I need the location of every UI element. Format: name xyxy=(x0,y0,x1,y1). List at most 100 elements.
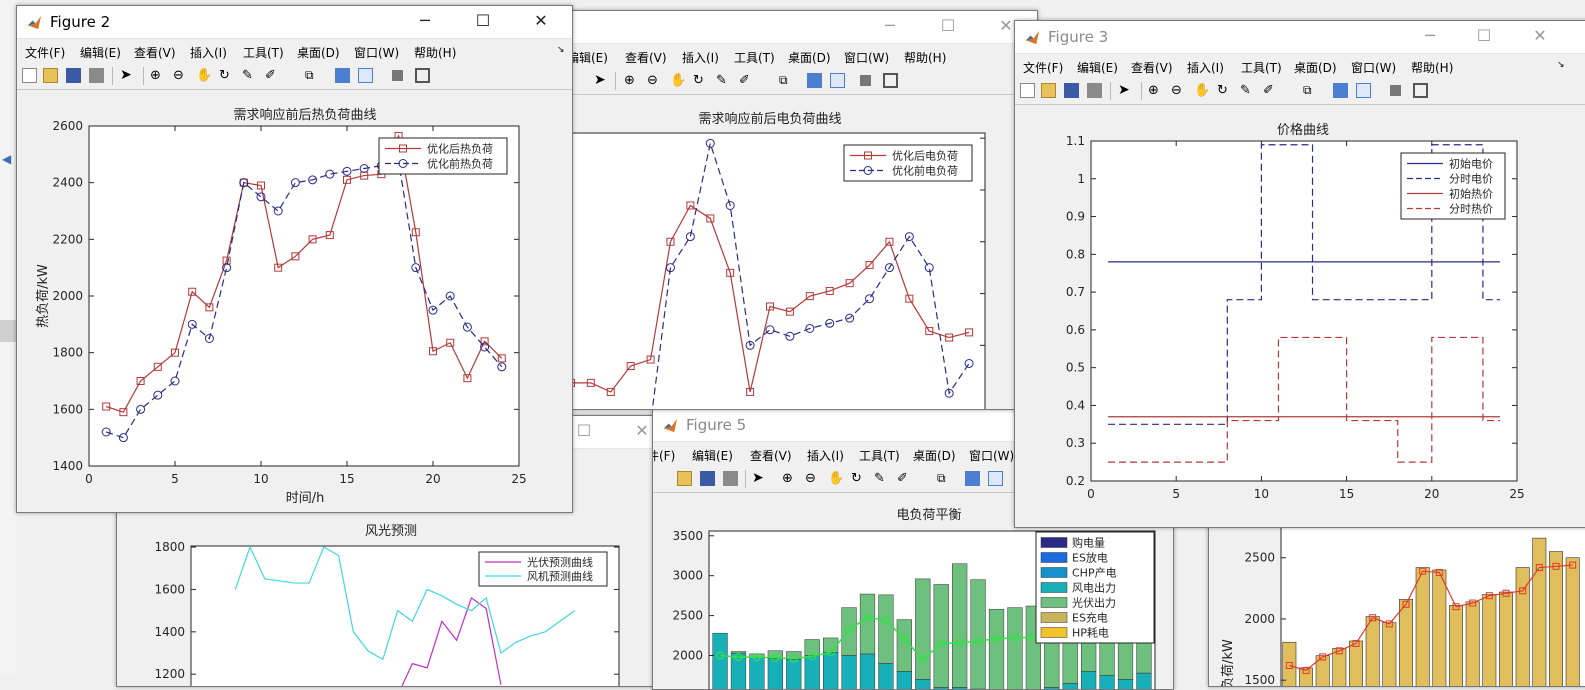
figure2-maximize-button[interactable]: ☐ xyxy=(460,6,506,38)
pan-icon[interactable]: ✋ xyxy=(196,68,212,83)
menu-window[interactable]: 窗口(W) xyxy=(354,44,399,61)
link-icon[interactable]: ⧉ xyxy=(779,73,794,88)
menu-help[interactable]: 帮助(H) xyxy=(414,44,456,61)
colorbar-icon[interactable] xyxy=(965,471,980,486)
figure2-minimize-button[interactable]: ─ xyxy=(402,6,448,38)
pointer-icon[interactable]: ➤ xyxy=(594,73,609,88)
hide-tools-icon[interactable] xyxy=(860,75,871,86)
brush-icon[interactable]: ✐ xyxy=(897,471,912,486)
menu-desktop[interactable]: 桌面(D) xyxy=(788,49,831,66)
background-app-arrow-icon[interactable]: ◀ xyxy=(2,152,11,166)
menu-window[interactable]: 窗口(W) xyxy=(844,49,889,66)
figure3-close-button[interactable]: ✕ xyxy=(1517,21,1563,53)
legend-icon[interactable] xyxy=(1356,83,1371,98)
menu-tools[interactable]: 工具(T) xyxy=(859,447,900,464)
menu-view[interactable]: 查看(V) xyxy=(134,44,176,61)
dock-icon[interactable] xyxy=(1413,83,1428,98)
menu-desktop[interactable]: 桌面(D) xyxy=(1294,59,1337,76)
menu-window[interactable]: 窗口(W) xyxy=(969,447,1014,464)
data-cursor-icon[interactable]: ✎ xyxy=(874,471,889,486)
dock-icon[interactable] xyxy=(415,68,430,83)
print-icon[interactable] xyxy=(89,68,104,83)
menu-file[interactable]: 文件(F) xyxy=(1023,59,1063,76)
menu-insert[interactable]: 插入(I) xyxy=(682,49,719,66)
data-cursor-icon[interactable]: ✎ xyxy=(242,68,257,83)
rotate-icon[interactable]: ↻ xyxy=(1217,83,1232,98)
figure2-close-button[interactable]: ✕ xyxy=(518,6,564,38)
menu-edit[interactable]: 编辑(E) xyxy=(1077,59,1118,76)
legend-icon[interactable] xyxy=(988,471,1003,486)
open-icon[interactable] xyxy=(1041,83,1056,98)
menu-help[interactable]: 帮助(H) xyxy=(1411,59,1453,76)
zoom-out-icon[interactable]: ⊖ xyxy=(805,471,820,486)
zoom-out-icon[interactable]: ⊖ xyxy=(173,68,188,83)
save-icon[interactable] xyxy=(700,471,715,486)
pan-icon[interactable]: ✋ xyxy=(670,73,686,88)
hide-tools-icon[interactable] xyxy=(392,70,403,81)
menu-file[interactable]: 文件(F) xyxy=(25,44,65,61)
legend-icon[interactable] xyxy=(830,73,845,88)
new-figure-icon[interactable] xyxy=(1020,83,1035,98)
menu-insert[interactable]: 插入(I) xyxy=(190,44,227,61)
zoom-in-icon[interactable]: ⊕ xyxy=(782,471,797,486)
figure1-minimize-button[interactable]: ─ xyxy=(867,11,913,43)
open-icon[interactable] xyxy=(677,471,692,486)
brush-icon[interactable]: ✐ xyxy=(1263,83,1278,98)
print-icon[interactable] xyxy=(1087,83,1102,98)
pointer-icon[interactable]: ➤ xyxy=(120,68,135,83)
zoom-in-icon[interactable]: ⊕ xyxy=(624,73,639,88)
menu-view[interactable]: 查看(V) xyxy=(750,447,792,464)
rotate-icon[interactable]: ↻ xyxy=(693,73,708,88)
open-icon[interactable] xyxy=(43,68,58,83)
pointer-icon[interactable]: ➤ xyxy=(752,471,767,486)
rotate-icon[interactable]: ↻ xyxy=(851,471,866,486)
menu-insert[interactable]: 插入(I) xyxy=(1187,59,1224,76)
figure3-window: Figure 3 ─ ☐ ✕ 文件(F) 编辑(E) 查看(V) 插入(I) 工… xyxy=(1014,20,1585,528)
print-icon[interactable] xyxy=(723,471,738,486)
menu-insert[interactable]: 插入(I) xyxy=(807,447,844,464)
menu-desktop[interactable]: 桌面(D) xyxy=(913,447,956,464)
menu-tools[interactable]: 工具(T) xyxy=(1241,59,1282,76)
data-cursor-icon[interactable]: ✎ xyxy=(716,73,731,88)
pan-icon[interactable]: ✋ xyxy=(828,471,844,486)
figure2-resize-grip-icon[interactable]: ↘ xyxy=(557,45,565,55)
pointer-icon[interactable]: ➤ xyxy=(1118,83,1133,98)
link-icon[interactable]: ⧉ xyxy=(937,471,952,486)
menu-file[interactable]: 文件(F) xyxy=(653,447,675,464)
figure3-minimize-button[interactable]: ─ xyxy=(1407,21,1453,53)
menu-desktop[interactable]: 桌面(D) xyxy=(297,44,340,61)
link-icon[interactable]: ⧉ xyxy=(1303,83,1318,98)
link-icon[interactable]: ⧉ xyxy=(305,68,320,83)
save-icon[interactable] xyxy=(66,68,81,83)
zoom-in-icon[interactable]: ⊕ xyxy=(150,68,165,83)
menu-tools[interactable]: 工具(T) xyxy=(243,44,284,61)
save-icon[interactable] xyxy=(1064,83,1079,98)
menu-window[interactable]: 窗口(W) xyxy=(1351,59,1396,76)
brush-icon[interactable]: ✐ xyxy=(265,68,280,83)
zoom-out-icon[interactable]: ⊖ xyxy=(1171,83,1186,98)
zoom-in-icon[interactable]: ⊕ xyxy=(1148,83,1163,98)
colorbar-icon[interactable] xyxy=(1333,83,1348,98)
rotate-icon[interactable]: ↻ xyxy=(219,68,234,83)
legend-icon[interactable] xyxy=(358,68,373,83)
new-figure-icon[interactable] xyxy=(22,68,37,83)
brush-icon[interactable]: ✐ xyxy=(739,73,754,88)
menu-tools[interactable]: 工具(T) xyxy=(734,49,775,66)
menu-edit[interactable]: 编辑(E) xyxy=(567,49,608,66)
dock-icon[interactable] xyxy=(883,73,898,88)
menu-view[interactable]: 查看(V) xyxy=(625,49,667,66)
menu-view[interactable]: 查看(V) xyxy=(1131,59,1173,76)
colorbar-icon[interactable] xyxy=(335,68,350,83)
figure3-resize-grip-icon[interactable]: ↘ xyxy=(1557,60,1565,70)
menu-help[interactable]: 帮助(H) xyxy=(904,49,946,66)
figure3-maximize-button[interactable]: ☐ xyxy=(1461,21,1507,53)
colorbar-icon[interactable] xyxy=(807,73,822,88)
zoom-out-icon[interactable]: ⊖ xyxy=(647,73,662,88)
menu-edit[interactable]: 编辑(E) xyxy=(80,44,121,61)
y-tick-label: 1200 xyxy=(154,667,185,681)
menu-edit[interactable]: 编辑(E) xyxy=(692,447,733,464)
hide-tools-icon[interactable] xyxy=(1390,85,1401,96)
data-cursor-icon[interactable]: ✎ xyxy=(1240,83,1255,98)
pan-icon[interactable]: ✋ xyxy=(1194,83,1210,98)
figure1-maximize-button[interactable]: ☐ xyxy=(925,11,971,43)
